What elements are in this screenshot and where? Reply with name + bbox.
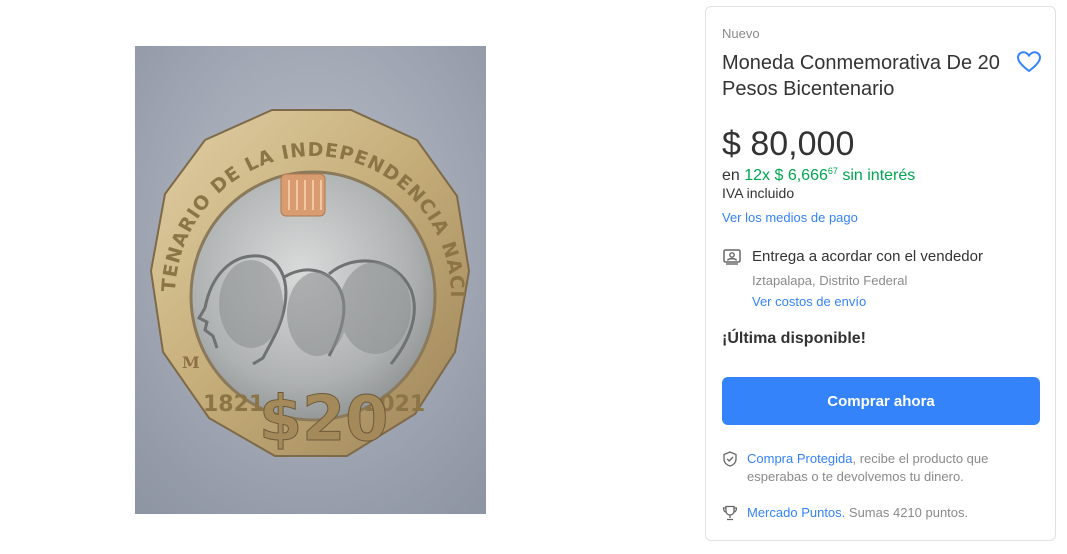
favorite-button[interactable] (1016, 50, 1042, 74)
points-text: Sumas 4210 puntos. (845, 505, 969, 520)
buy-now-button[interactable]: Comprar ahora (722, 377, 1040, 425)
delivery-location: Iztapalapa, Distrito Federal (752, 273, 908, 288)
product-page: BICENTENARIO DE LA INDEPENDENCIA NACIONA… (0, 0, 1067, 554)
product-condition: Nuevo (722, 26, 760, 41)
product-image[interactable]: BICENTENARIO DE LA INDEPENDENCIA NACIONA… (135, 46, 486, 514)
delivery-agreement-icon (723, 249, 741, 265)
delivery-title: Entrega a acordar con el vendedor (752, 248, 983, 265)
trophy-icon (722, 505, 738, 521)
coin-mint-mark: M (182, 353, 200, 372)
installments-prefix: en (722, 167, 740, 184)
tax-note: IVA incluido (722, 185, 795, 201)
shield-check-icon (723, 451, 737, 467)
payment-methods-link[interactable]: Ver los medios de pago (722, 210, 858, 225)
shipping-costs-link[interactable]: Ver costos de envío (752, 294, 866, 309)
price: $ 80,000 (722, 125, 855, 163)
stock-status: ¡Última disponible! (722, 330, 866, 347)
installments-amount: 12x $ 6,66667 sin interés (744, 166, 916, 184)
heart-icon (1016, 51, 1042, 73)
coin-photo: BICENTENARIO DE LA INDEPENDENCIA NACIONA… (135, 46, 486, 514)
purchase-protection: Compra Protegida, recibe el producto que… (722, 450, 1040, 486)
coin-denomination: $20 (259, 382, 388, 455)
mercado-points: Mercado Puntos. Sumas 4210 puntos. (722, 504, 1040, 522)
buy-box: Nuevo Moneda Conmemorativa De 20 Pesos B… (705, 6, 1056, 541)
installments: en 12x $ 6,66667 sin interés (722, 166, 915, 185)
product-title: Moneda Conmemorativa De 20 Pesos Bicente… (722, 52, 1000, 100)
coin-year-left: 1821 (203, 392, 264, 417)
protected-purchase-link[interactable]: Compra Protegida (747, 451, 853, 466)
mercado-points-link[interactable]: Mercado Puntos. (747, 505, 845, 520)
installments-suffix: sin interés (842, 167, 916, 184)
installments-cents: 67 (827, 166, 838, 176)
